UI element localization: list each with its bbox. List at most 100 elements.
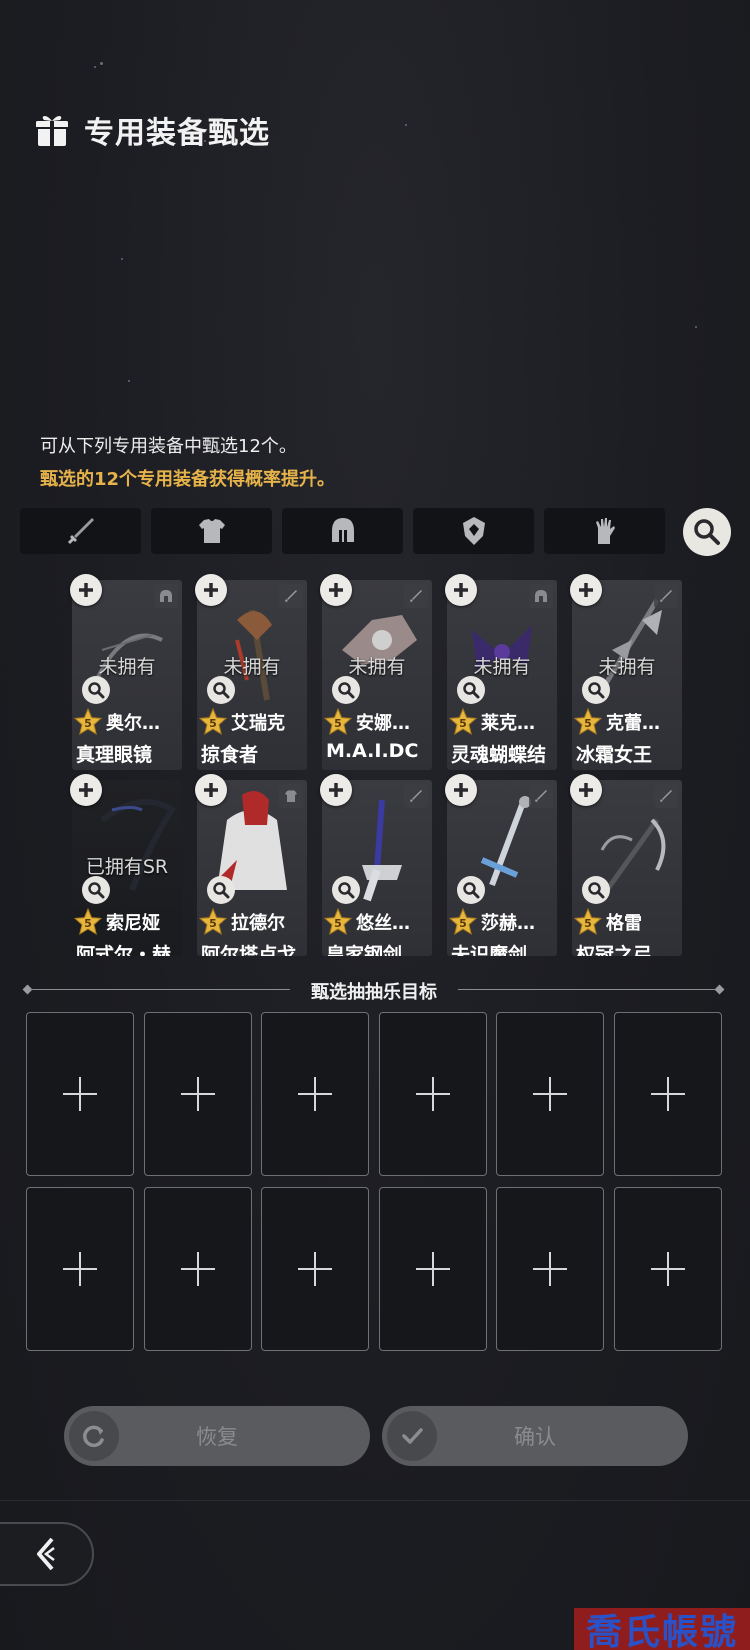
filter-tab-sword[interactable] <box>20 508 141 554</box>
add-to-target-button[interactable] <box>445 574 477 606</box>
check-icon <box>387 1411 437 1461</box>
equipment-name: 灵魂蝴蝶结 <box>451 744 547 766</box>
empty-slot-plus-icon <box>533 1077 568 1111</box>
ownership-status: 未拥有 <box>348 656 406 678</box>
add-to-target-button[interactable] <box>195 774 227 806</box>
equipment-card[interactable]: 5 悠丝… 皇家钢剑 <box>322 780 432 956</box>
star-rank-icon: 5 <box>74 908 102 936</box>
bottom-divider <box>0 1500 750 1501</box>
inspect-button[interactable] <box>457 676 485 704</box>
equipment-name: 冰霜女王 <box>576 744 653 766</box>
equipment-card[interactable]: 未拥有 5 奥尔… 真理眼镜 <box>72 580 182 770</box>
add-to-target-button[interactable] <box>320 774 352 806</box>
search-icon <box>694 519 720 545</box>
equipment-card[interactable]: 已拥有SR 5 索尼娅 阿式尔・赫… <box>72 780 182 956</box>
svg-text:5: 5 <box>84 717 92 730</box>
sword-type-icon <box>654 784 678 808</box>
inspect-button[interactable] <box>332 676 360 704</box>
add-to-target-button[interactable] <box>320 574 352 606</box>
plus-icon <box>579 783 593 797</box>
plus-icon <box>79 583 93 597</box>
reset-button[interactable]: 恢复 <box>64 1406 370 1466</box>
target-section-title: 甄选抽抽乐目标 <box>311 982 437 1003</box>
equipment-name: M.A.I.DC <box>326 740 419 762</box>
empty-slot-plus-icon <box>651 1077 685 1111</box>
back-button[interactable] <box>0 1522 94 1586</box>
page-header: 专用装备甄选 <box>32 108 270 152</box>
inspect-icon <box>463 682 480 699</box>
equipment-card[interactable]: 5 莎赫… 未识魔剑 <box>447 780 557 956</box>
helmet-type-icon <box>529 584 553 608</box>
filter-tab-amulet[interactable] <box>413 508 534 554</box>
refresh-icon <box>69 1411 119 1461</box>
inspect-button[interactable] <box>582 876 610 904</box>
empty-slot-plus-icon <box>180 1077 215 1111</box>
svg-text:5: 5 <box>84 917 92 930</box>
filter-tab-armor[interactable] <box>151 508 272 554</box>
equipment-card[interactable]: 未拥有 5 克蕾… 冰霜女王 <box>572 580 682 770</box>
target-slot[interactable] <box>143 1187 252 1351</box>
svg-text:5: 5 <box>334 917 342 930</box>
confirm-button[interactable]: 确认 <box>382 1406 688 1466</box>
add-to-target-button[interactable] <box>445 774 477 806</box>
equipment-card[interactable]: 未拥有 5 安娜… M.A.I.DC <box>322 580 432 770</box>
filter-tab-glove[interactable] <box>544 508 665 554</box>
ownership-status: 未拥有 <box>223 656 281 678</box>
inspect-button[interactable] <box>82 876 110 904</box>
hero-name: 悠丝… <box>356 913 410 934</box>
ownership-status: 已拥有SR <box>85 856 169 878</box>
target-slot[interactable] <box>614 1012 722 1176</box>
plus-icon <box>329 583 343 597</box>
equipment-name: 阿尔塔卢戈 <box>201 944 297 956</box>
target-slot[interactable] <box>26 1187 134 1351</box>
filter-tab-helmet[interactable] <box>282 508 403 554</box>
svg-text:5: 5 <box>459 717 467 730</box>
helmet-type-icon <box>154 584 178 608</box>
target-slot[interactable] <box>261 1012 370 1176</box>
target-slot[interactable] <box>496 1012 605 1176</box>
hero-name: 莎赫… <box>481 913 535 934</box>
helmet-icon <box>331 518 354 542</box>
add-to-target-button[interactable] <box>570 774 602 806</box>
target-slot[interactable] <box>496 1187 605 1351</box>
empty-slot-plus-icon <box>63 1252 97 1286</box>
target-slot[interactable] <box>143 1012 252 1176</box>
inspect-button[interactable] <box>457 876 485 904</box>
inspect-button[interactable] <box>82 676 110 704</box>
search-button[interactable] <box>683 508 731 556</box>
add-to-target-button[interactable] <box>70 574 102 606</box>
hero-name: 安娜… <box>356 713 410 734</box>
add-to-target-button[interactable] <box>195 574 227 606</box>
equipment-card[interactable]: 5 格雷 权冠之弓 <box>572 780 682 956</box>
svg-text:5: 5 <box>459 917 467 930</box>
target-slot[interactable] <box>26 1012 134 1176</box>
armor-type-icon <box>279 784 303 808</box>
empty-slot-plus-icon <box>651 1252 685 1286</box>
selection-bonus-note: 甄选的12个专用装备获得概率提升。 <box>40 469 336 490</box>
inspect-icon <box>338 682 355 699</box>
watermark: 喬氏帳號 <box>574 1608 750 1650</box>
inspect-button[interactable] <box>207 876 235 904</box>
filter-tabs <box>20 508 665 554</box>
page-title: 专用装备甄选 <box>84 116 270 151</box>
inspect-button[interactable] <box>332 876 360 904</box>
target-slot[interactable] <box>378 1012 487 1176</box>
sword-icon <box>67 518 94 545</box>
add-to-target-button[interactable] <box>70 774 102 806</box>
back-arrow-icon <box>37 1537 55 1571</box>
plus-icon <box>454 583 468 597</box>
target-slot[interactable] <box>614 1187 722 1351</box>
inspect-button[interactable] <box>582 676 610 704</box>
target-slot[interactable] <box>378 1187 487 1351</box>
equipment-name: 未识魔剑 <box>451 944 528 956</box>
target-slot[interactable] <box>261 1187 370 1351</box>
svg-text:5: 5 <box>334 717 342 730</box>
gift-icon <box>36 115 68 146</box>
hero-name: 艾瑞克 <box>231 713 285 734</box>
equipment-card[interactable]: 未拥有 5 艾瑞克 掠食者 <box>197 580 307 770</box>
inspect-button[interactable] <box>207 676 235 704</box>
empty-slot-plus-icon <box>415 1077 450 1111</box>
equipment-card[interactable]: 未拥有 5 莱克… 灵魂蝴蝶结 <box>447 580 557 770</box>
equipment-card[interactable]: 5 拉德尔 阿尔塔卢戈 <box>197 780 307 956</box>
add-to-target-button[interactable] <box>570 574 602 606</box>
